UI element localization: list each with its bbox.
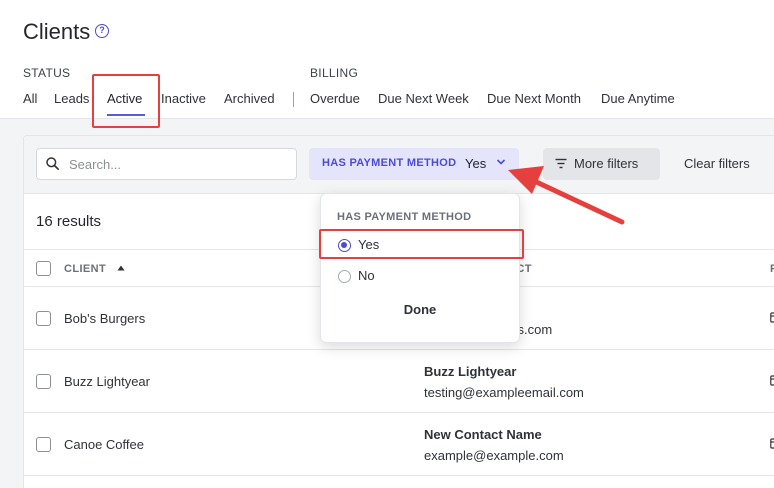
calendar-icon xyxy=(770,312,774,323)
payment-method-filter-value: Yes xyxy=(465,156,487,171)
tab-overdue[interactable]: Overdue xyxy=(310,91,360,106)
tab-archived[interactable]: Archived xyxy=(224,91,275,106)
calendar-icon xyxy=(770,375,774,386)
highlight-box-yes-option xyxy=(319,229,524,259)
billing-section-label: BILLING xyxy=(310,66,359,80)
payment-method-dropdown: HAS PAYMENT METHOD Yes No Done xyxy=(320,193,520,343)
row-checkbox[interactable] xyxy=(36,374,51,389)
tab-all[interactable]: All xyxy=(23,91,37,106)
contact-email: example@example.com xyxy=(424,448,564,463)
question-circle-icon[interactable]: ? xyxy=(95,24,109,38)
tab-leads[interactable]: Leads xyxy=(54,91,89,106)
contact-name: New Contact Name xyxy=(424,427,542,442)
arrow-annotation xyxy=(508,166,625,225)
search-icon xyxy=(46,157,59,170)
client-name[interactable]: Canoe Coffee xyxy=(64,437,144,452)
contact-name: Buzz Lightyear xyxy=(424,364,517,379)
search-box[interactable] xyxy=(36,148,297,180)
row-checkbox[interactable] xyxy=(36,311,51,326)
dropdown-title: HAS PAYMENT METHOD xyxy=(337,211,472,223)
payment-method-filter-button[interactable]: HAS PAYMENT METHOD Yes xyxy=(309,148,519,180)
page-title: Clients xyxy=(23,19,91,44)
search-input[interactable] xyxy=(69,154,289,174)
tab-inactive[interactable]: Inactive xyxy=(161,91,206,106)
tab-due-anytime[interactable]: Due Anytime xyxy=(601,91,675,106)
contact-email: testing@exampleemail.com xyxy=(424,385,584,400)
column-header-partial: F xyxy=(770,263,774,275)
sort-ascending-icon[interactable] xyxy=(117,265,125,271)
tab-due-next-month[interactable]: Due Next Month xyxy=(487,91,581,106)
option-no-label[interactable]: No xyxy=(358,268,375,283)
row-checkbox[interactable] xyxy=(36,437,51,452)
tab-due-next-week[interactable]: Due Next Week xyxy=(378,91,469,106)
clear-filters-button[interactable]: Clear filters xyxy=(684,156,750,171)
highlight-box-active-tab xyxy=(92,74,160,128)
table-row[interactable]: Canoe Coffee New Contact Name example@ex… xyxy=(24,413,774,476)
client-name[interactable]: Buzz Lightyear xyxy=(64,374,150,389)
table-row[interactable]: Buzz Lightyear Buzz Lightyear testing@ex… xyxy=(24,350,774,413)
client-name[interactable]: Bob's Burgers xyxy=(64,311,145,326)
done-button[interactable]: Done xyxy=(321,302,519,317)
tab-divider xyxy=(293,92,294,107)
status-section-label: STATUS xyxy=(23,66,71,80)
calendar-icon xyxy=(770,438,774,449)
payment-method-filter-label: HAS PAYMENT METHOD xyxy=(322,157,457,169)
select-all-checkbox[interactable] xyxy=(36,261,51,276)
filter-bar: HAS PAYMENT METHOD Yes More filters Clea… xyxy=(24,136,774,194)
column-header-client[interactable]: CLIENT xyxy=(64,263,106,275)
results-count: 16 results xyxy=(36,213,102,230)
radio-no[interactable] xyxy=(338,270,351,283)
